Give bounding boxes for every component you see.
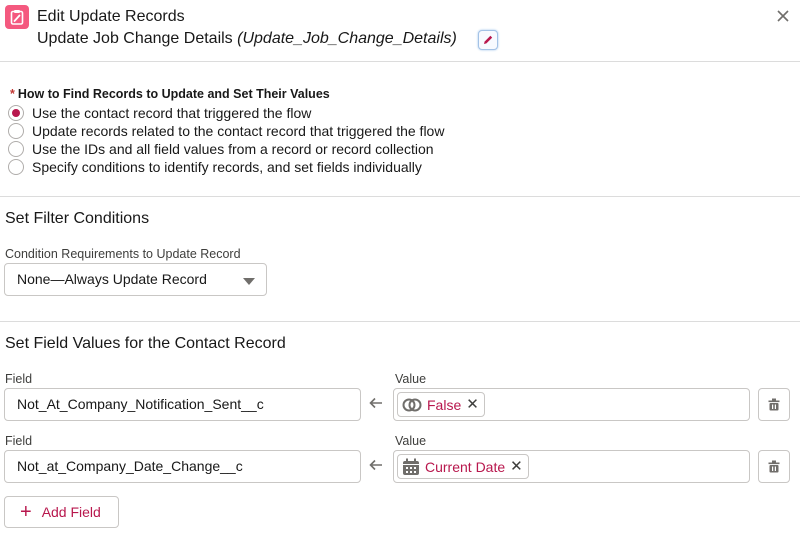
close-button[interactable] bbox=[774, 7, 792, 25]
value-pill[interactable]: False ✕ bbox=[397, 392, 485, 417]
value-input[interactable]: False ✕ bbox=[393, 388, 750, 421]
condition-requirements-select[interactable]: None—Always Update Record bbox=[4, 263, 267, 296]
value-pill-label: False bbox=[427, 396, 462, 413]
filter-conditions-section: Set Filter Conditions Condition Requirem… bbox=[0, 197, 800, 322]
clipboard-pencil-icon bbox=[5, 5, 29, 29]
trash-icon bbox=[768, 398, 780, 411]
radio-option-record-ids[interactable]: Use the IDs and all field values from a … bbox=[8, 141, 434, 157]
field-values-section: Set Field Values for the Contact Record … bbox=[0, 322, 800, 541]
delete-row-button[interactable] bbox=[758, 388, 790, 421]
condition-requirements-label: Condition Requirements to Update Record bbox=[5, 247, 241, 261]
calendar-icon bbox=[403, 458, 419, 475]
field-input[interactable]: Not_at_Company_Date_Change__c bbox=[4, 450, 361, 483]
close-icon bbox=[777, 10, 789, 22]
remove-pill-icon[interactable]: ✕ bbox=[510, 459, 523, 474]
radio-label: Use the contact record that triggered th… bbox=[32, 105, 312, 121]
add-field-button[interactable]: + Add Field bbox=[4, 496, 119, 528]
edit-label-button[interactable] bbox=[478, 30, 498, 50]
plus-icon: + bbox=[20, 501, 32, 523]
delete-row-button[interactable] bbox=[758, 450, 790, 483]
remove-pill-icon[interactable]: ✕ bbox=[466, 397, 479, 412]
field-input[interactable]: Not_At_Company_Notification_Sent__c bbox=[4, 388, 361, 421]
modal-title: Edit Update Records bbox=[37, 8, 185, 25]
radio-label: Specify conditions to identify records, … bbox=[32, 159, 422, 175]
boolean-icon bbox=[402, 398, 422, 411]
value-pill[interactable]: Current Date ✕ bbox=[397, 454, 529, 479]
required-marker: * bbox=[10, 87, 15, 101]
find-records-label: * How to Find Records to Update and Set T… bbox=[10, 87, 330, 101]
radio-option-related-records[interactable]: Update records related to the contact re… bbox=[8, 123, 444, 139]
chevron-down-icon bbox=[243, 278, 255, 285]
value-input[interactable]: Current Date ✕ bbox=[393, 450, 750, 483]
radio-option-triggering-record[interactable]: Use the contact record that triggered th… bbox=[8, 105, 311, 121]
field-label: Field bbox=[5, 372, 33, 386]
add-field-label: Add Field bbox=[41, 504, 101, 520]
trash-icon bbox=[768, 460, 780, 473]
radio-button-selected[interactable] bbox=[8, 105, 24, 121]
value-label: Value bbox=[395, 372, 427, 386]
find-records-section: * How to Find Records to Update and Set T… bbox=[0, 63, 800, 197]
pencil-icon bbox=[484, 35, 493, 44]
arrow-left-icon bbox=[368, 457, 386, 475]
radio-button[interactable] bbox=[8, 141, 24, 157]
value-label: Value bbox=[395, 434, 427, 448]
element-api-name: (Update_Job_Change_Details) bbox=[237, 30, 457, 47]
field-values-section-title: Set Field Values for the Contact Record bbox=[5, 335, 286, 352]
condition-requirements-value: None—Always Update Record bbox=[17, 271, 207, 287]
radio-button[interactable] bbox=[8, 123, 24, 139]
radio-option-specify-conditions[interactable]: Specify conditions to identify records, … bbox=[8, 159, 422, 175]
arrow-left-icon bbox=[368, 395, 386, 413]
element-name: Update Job Change Details (Update_Job_Ch… bbox=[37, 30, 457, 48]
element-label: Update Job Change Details bbox=[37, 30, 233, 47]
modal-header: Edit Update Records Update Job Change De… bbox=[0, 0, 800, 62]
radio-label: Use the IDs and all field values from a … bbox=[32, 141, 434, 157]
radio-button[interactable] bbox=[8, 159, 24, 175]
value-pill-label: Current Date bbox=[425, 458, 506, 475]
filter-section-title: Set Filter Conditions bbox=[5, 210, 150, 227]
field-label: Field bbox=[5, 434, 33, 448]
radio-label: Update records related to the contact re… bbox=[32, 123, 445, 139]
